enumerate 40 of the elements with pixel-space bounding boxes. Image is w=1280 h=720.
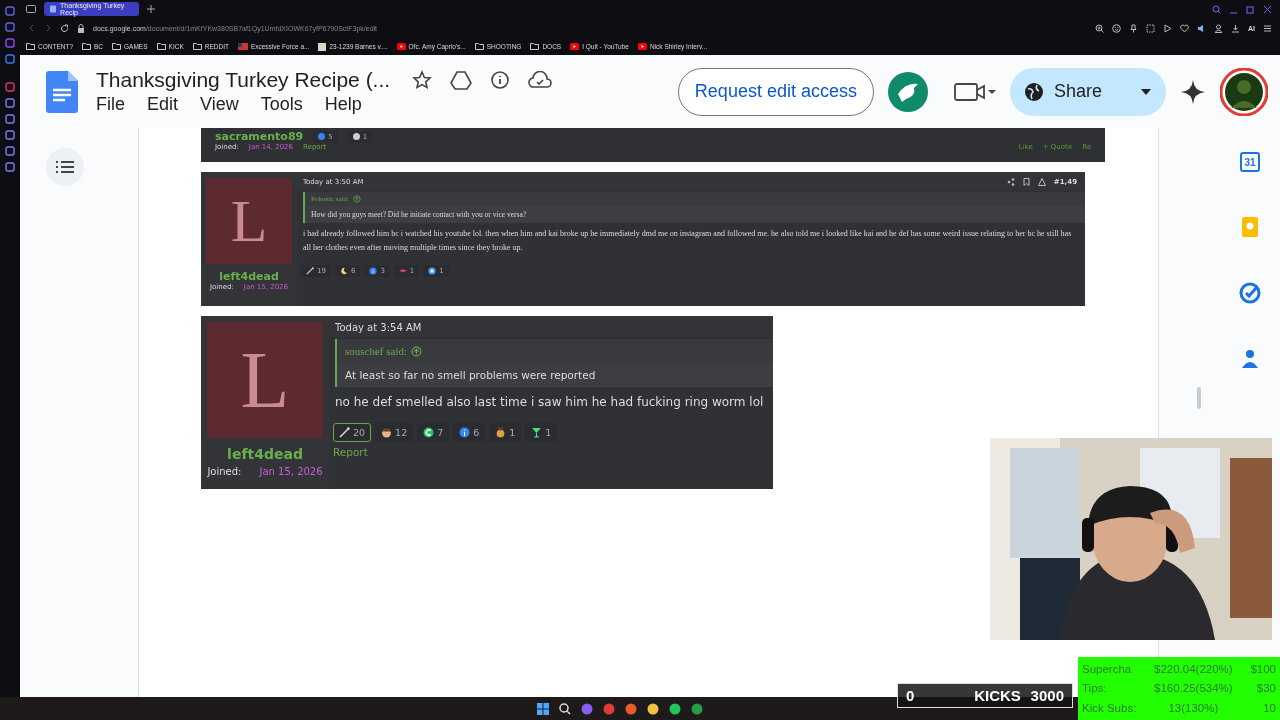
goal-label: Supercha (1082, 662, 1133, 675)
quote-text: At least so far no smell problems were reported (337, 363, 773, 387)
goal-target: $100 (1250, 662, 1276, 675)
joined-date: Jan 15, 2026 (259, 466, 323, 477)
goal-value: 13(130%) (1167, 702, 1220, 715)
goal-label: Tips: (1082, 682, 1108, 695)
post-message: no he def smelled also last time i saw him he had fucking ring worm lol (334, 394, 765, 411)
username: sacramento89 (215, 130, 304, 143)
reaction-badge[interactable]: 7 (417, 423, 450, 442)
menu-item[interactable]: Edit (147, 94, 179, 115)
kicks-count: 0 (906, 687, 915, 704)
goal-target: $30 (1255, 682, 1276, 695)
menu-item[interactable]: Help (324, 94, 362, 115)
reaction-badge[interactable]: 12 (375, 423, 414, 442)
goal-target: 10 (1262, 702, 1276, 715)
document-title: Thanksgiving Turkey Recipe (... (96, 68, 391, 92)
kicks-goal: 3000 (1030, 687, 1064, 704)
menu-item[interactable]: Tools (260, 94, 303, 115)
joined-label: Joined: (207, 466, 242, 477)
username: left4dead (227, 446, 303, 462)
quote-author: souschef said: (345, 345, 407, 357)
calendar-button[interactable]: 31 (1240, 152, 1260, 172)
username: left4dead (219, 270, 279, 283)
post-time: Today at 3:54 AM (335, 322, 422, 333)
menu-item[interactable]: File (96, 94, 125, 115)
report-link[interactable]: Report (333, 446, 773, 458)
reaction-badge[interactable]: 20 (333, 423, 372, 442)
goal-value: $160.25(534%) (1153, 682, 1234, 695)
reaction-badge[interactable]: 1 (489, 423, 522, 442)
avatar: L (207, 322, 323, 438)
post-message: i had already followed him bc i watched his youtube lol. then when him and kai broke up he immediately dmd me on instagram and followed me. he also told me i looked like kai and he def has some weird issue relating to her bc he still has all her clothes even after moving multiple times since they broke up. (302, 228, 1073, 254)
goal-value: $220.04(220%) (1153, 662, 1234, 675)
reaction-badge[interactable]: 6 (453, 423, 486, 442)
menu-item[interactable]: View (200, 94, 239, 115)
request-edit-button[interactable]: Request edit access (677, 67, 874, 116)
goal-label: Kick Subs: (1082, 702, 1137, 715)
reaction-badge[interactable]: 1 (525, 423, 558, 442)
avatar: L (206, 178, 292, 264)
kicks-label: KICKS (974, 687, 1021, 704)
share-button[interactable]: Share (1009, 67, 1166, 116)
